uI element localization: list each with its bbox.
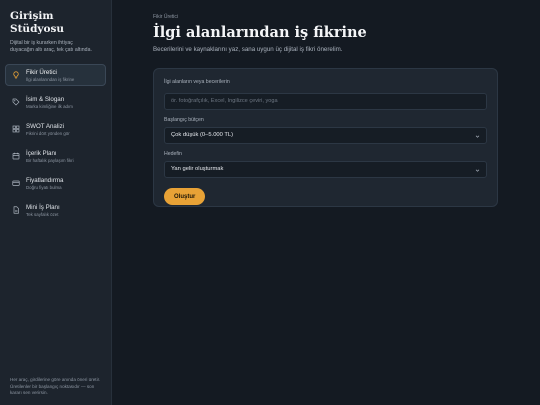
tag-icon	[11, 97, 21, 107]
sidebar-item-subtitle: Fikrini dört yönden gör	[26, 130, 70, 136]
sidebar-item-subtitle: Marka kimliğine ilk adım	[26, 103, 73, 109]
sidebar-nav: Fikir Üretici İlgi alanlarından iş fikri…	[0, 64, 111, 221]
sidebar-item-fikir-uretici[interactable]: Fikir Üretici İlgi alanlarından iş fikri…	[5, 64, 106, 86]
sidebar-item-isim-slogan[interactable]: İsim & Slogan Marka kimliğine ilk adım	[5, 91, 106, 113]
sidebar: Girişim Stüdyosu Dijital bir iş kurarken…	[0, 0, 112, 405]
chevron-down-icon	[475, 160, 480, 178]
sidebar-item-fiyatlandirma[interactable]: Fiyatlandırma Doğru fiyatı bulma	[5, 172, 106, 194]
sidebar-item-swot-analizi[interactable]: SWOT Analizi Fikrini dört yönden gör	[5, 118, 106, 140]
goal-field: Hedefin Yan gelir oluşturmak	[164, 151, 487, 178]
brand-title: Girişim Stüdyosu	[10, 10, 65, 35]
grid-icon	[11, 124, 21, 134]
idea-form-card: İlgi alanların veya becerilerin Başlangı…	[153, 68, 498, 207]
brand: Girişim Stüdyosu Dijital bir iş kurarken…	[0, 0, 111, 54]
goal-label: Hedefin	[164, 150, 182, 157]
sidebar-item-subtitle: Tek sayfalık özet	[26, 211, 59, 217]
sidebar-item-label: Fiyatlandırma	[26, 177, 64, 184]
chevron-down-icon	[475, 126, 480, 144]
breadcrumb: Fikir Üretici	[153, 14, 178, 20]
budget-label: Başlangıç bütçen	[164, 116, 204, 123]
wallet-icon	[11, 178, 21, 188]
interests-label: İlgi alanların veya becerilerin	[164, 79, 230, 85]
interests-input[interactable]	[164, 92, 487, 110]
app-root: Girişim Stüdyosu Dijital bir iş kurarken…	[0, 0, 540, 405]
budget-selected-value: Çok düşük (0–5.000 TL)	[171, 132, 234, 138]
budget-field: Başlangıç bütçen Çok düşük (0–5.000 TL)	[164, 117, 487, 144]
document-icon	[11, 205, 21, 215]
sidebar-item-label: Mini İş Planı	[26, 204, 60, 211]
sidebar-item-icerik-plani[interactable]: İçerik Planı Bir haftalık paylaşım fikri	[5, 145, 106, 167]
budget-select[interactable]: Çok düşük (0–5.000 TL)	[164, 126, 487, 144]
calendar-icon	[11, 151, 21, 161]
sidebar-footer-note: Her araç, girdilerine göre anında öneri …	[10, 377, 101, 396]
generate-button[interactable]: Oluştur	[164, 188, 206, 205]
sidebar-item-label: SWOT Analizi	[26, 123, 65, 130]
goal-select[interactable]: Yan gelir oluşturmak	[164, 160, 487, 178]
sidebar-item-mini-is-plani[interactable]: Mini İş Planı Tek sayfalık özet	[5, 199, 106, 221]
brand-description: Dijital bir iş kurarken ihtiyaç duyacağı…	[10, 40, 92, 53]
interests-field: İlgi alanların veya becerilerin	[164, 79, 487, 110]
main-content: Fikir Üretici İlgi alanlarından iş fikri…	[112, 0, 540, 405]
page-subtitle: Becerilerini ve kaynaklarını yaz, sana u…	[153, 46, 343, 53]
sidebar-item-subtitle: İlgi alanlarından iş fikrine	[26, 76, 75, 82]
bulb-icon	[11, 70, 21, 80]
sidebar-item-label: İçerik Planı	[26, 150, 57, 157]
goal-selected-value: Yan gelir oluşturmak	[171, 166, 224, 172]
sidebar-item-label: İsim & Slogan	[26, 96, 65, 103]
sidebar-item-label: Fikir Üretici	[26, 69, 57, 76]
sidebar-item-subtitle: Bir haftalık paylaşım fikri	[26, 157, 74, 163]
page-title: İlgi alanlarından iş fikrine	[153, 24, 367, 41]
sidebar-item-subtitle: Doğru fiyatı bulma	[26, 184, 62, 190]
